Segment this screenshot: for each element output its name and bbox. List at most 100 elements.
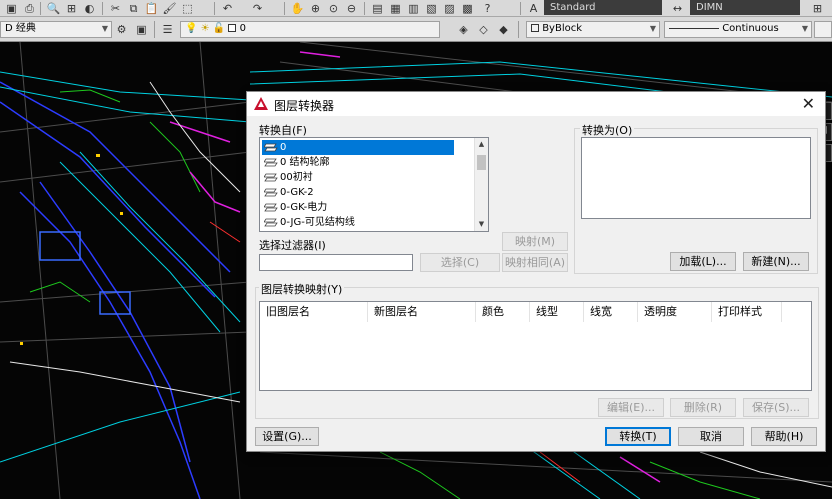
dim-style-value: DIMN [696,2,723,13]
lineweight-dropdown[interactable] [814,21,832,38]
zoom-window-icon[interactable]: ⊙ [326,1,341,16]
new-button[interactable]: 新建(N)... [743,252,809,271]
column-header-plot-style[interactable]: 打印样式 [712,302,782,322]
toolbar-separator [364,2,365,15]
convert-from-label: 转换自(F) [259,124,307,137]
cancel-button[interactable]: 取消 [678,427,744,446]
save-button[interactable]: 保存(S)... [743,398,809,417]
layer-name: 0-GK-电力 [280,202,328,213]
mappings-grid[interactable]: 旧图层名 新图层名 颜色 线型 线宽 透明度 打印样式 [259,301,812,391]
convert-to-list[interactable] [581,137,811,219]
text-style-value: Standard [550,2,596,13]
column-header-old-layer[interactable]: 旧图层名 [260,302,368,322]
workspace-settings-icon[interactable]: ▣ [134,22,149,37]
translate-button[interactable]: 转换(T) [605,427,671,446]
layer-name: 0 [280,142,287,153]
bulb-icon: 💡 [185,23,198,34]
markup-icon[interactable]: ▨ [442,1,457,16]
layer-icon [264,173,278,182]
select-button[interactable]: 选择(C) [420,253,500,272]
help-button[interactable]: 帮助(H) [751,427,817,446]
column-header-new-layer[interactable]: 新图层名 [368,302,476,322]
undo-icon[interactable]: ↶ [220,1,235,16]
layer-icon [264,203,278,212]
scroll-down-icon[interactable]: ▼ [475,218,488,231]
layer-name: 0-GK-2 [280,187,314,198]
workspace-value: D 经典 [5,23,36,34]
layer-icon [264,158,278,167]
toolbar-separator [214,2,215,15]
column-header-linetype[interactable]: 线型 [530,302,584,322]
toolbar-separator [520,2,521,15]
layer-list-item[interactable]: 0 结构轮廓 [262,155,454,170]
settings-button[interactable]: 设置(G)... [255,427,319,446]
redo-icon[interactable]: ↷ [250,1,265,16]
column-header-lineweight[interactable]: 线宽 [584,302,638,322]
gear-icon[interactable]: ⚙ [114,22,129,37]
dialog-titlebar[interactable]: 图层转换器 ✕ [247,92,825,116]
layer-icon [264,143,278,152]
column-header-color[interactable]: 颜色 [476,302,530,322]
text-style-dropdown[interactable]: Standard [544,0,662,15]
mappings-label: 图层转换映射(Y) [259,281,345,297]
design-center-icon[interactable]: ▦ [388,1,403,16]
standard-toolbar: ▣ ⎙ 🔍 ⊞ ◐ ✂ ⧉ 📋 🖌 ⬚ ↶ ↷ ✋ ⊕ ⊙ ⊖ ▤ ▦ ▥ ▧ … [0,0,832,17]
current-layer-value: 0 [239,23,246,34]
linetype-dropdown[interactable]: Continuous ▼ [664,21,812,38]
workspace-dropdown[interactable]: D 经典 ▼ [0,21,112,38]
map-button[interactable]: 映射(M) [502,232,568,251]
selection-filter-input[interactable] [259,254,413,271]
make-current-layer-icon[interactable]: ◈ [456,22,471,37]
convert-from-list[interactable]: 0 0 结构轮廓 00初衬 0-GK-2 0-GK-电力 0-JG-可见结构线 ▲ ▼ [259,137,489,232]
load-button[interactable]: 加载(L)... [670,252,736,271]
layer-list-item[interactable]: 0-JG-可见结构线 [262,215,454,230]
print-icon[interactable]: ⎙ [22,1,37,16]
close-icon[interactable]: ✕ [802,94,815,113]
plot-preview-icon[interactable]: 🔍 [46,1,61,16]
sheet-set-icon[interactable]: ▧ [424,1,439,16]
list-scrollbar[interactable]: ▲ ▼ [474,138,488,231]
toolbar-separator [102,2,103,15]
layer-name: 00初衬 [280,172,313,183]
layer-list-item[interactable]: 0 [262,140,454,155]
linetype-sample [669,27,719,29]
match-properties-icon[interactable]: 🖌 [162,1,177,16]
toolbar-separator [40,2,41,15]
zoom-previous-icon[interactable]: ⊖ [344,1,359,16]
zoom-realtime-icon[interactable]: ⊕ [308,1,323,16]
color-value: ByBlock [542,23,583,34]
dim-style-dropdown[interactable]: DIMN [690,0,800,15]
layer-states-icon[interactable]: ◆ [496,22,511,37]
chevron-down-icon: ▼ [649,24,656,33]
map-same-button[interactable]: 映射相同(A) [502,253,568,272]
color-swatch [531,24,539,32]
layer-manager-icon[interactable]: ☰ [160,22,175,37]
layer-list-item[interactable]: 0-GK-2 [262,185,454,200]
column-header-transparency[interactable]: 透明度 [638,302,712,322]
paste-icon[interactable]: 📋 [144,1,159,16]
dim-style-icon: ↔ [672,2,683,15]
copy-icon[interactable]: ⧉ [126,1,141,16]
properties-icon[interactable]: ▤ [370,1,385,16]
layer-list-item[interactable]: 00初衬 [262,170,454,185]
delete-button[interactable]: 删除(R) [670,398,736,417]
layer-dropdown[interactable]: 💡 ☀ 🔓 0 [180,21,440,38]
3d-dwf-icon[interactable]: ◐ [82,1,97,16]
cut-icon[interactable]: ✂ [108,1,123,16]
quickcalc-icon[interactable]: ▩ [460,1,475,16]
save-icon[interactable]: ▣ [4,1,19,16]
scroll-up-icon[interactable]: ▲ [475,138,488,151]
scroll-thumb[interactable] [477,155,486,170]
pan-icon[interactable]: ✋ [290,1,305,16]
selection-filter-label: 选择过滤器(I) [259,239,326,252]
chevron-down-icon: ▼ [801,24,808,33]
block-editor-icon[interactable]: ⬚ [180,1,195,16]
layer-name: 0-JG-可见结构线 [280,217,355,228]
tool-palettes-icon[interactable]: ▥ [406,1,421,16]
layer-list-item[interactable]: 0-GK-电力 [262,200,454,215]
color-dropdown[interactable]: ByBlock ▼ [526,21,660,38]
help-icon[interactable]: ? [480,1,495,16]
edit-button[interactable]: 编辑(E)... [598,398,664,417]
layer-previous-icon[interactable]: ◇ [476,22,491,37]
publish-icon[interactable]: ⊞ [64,1,79,16]
